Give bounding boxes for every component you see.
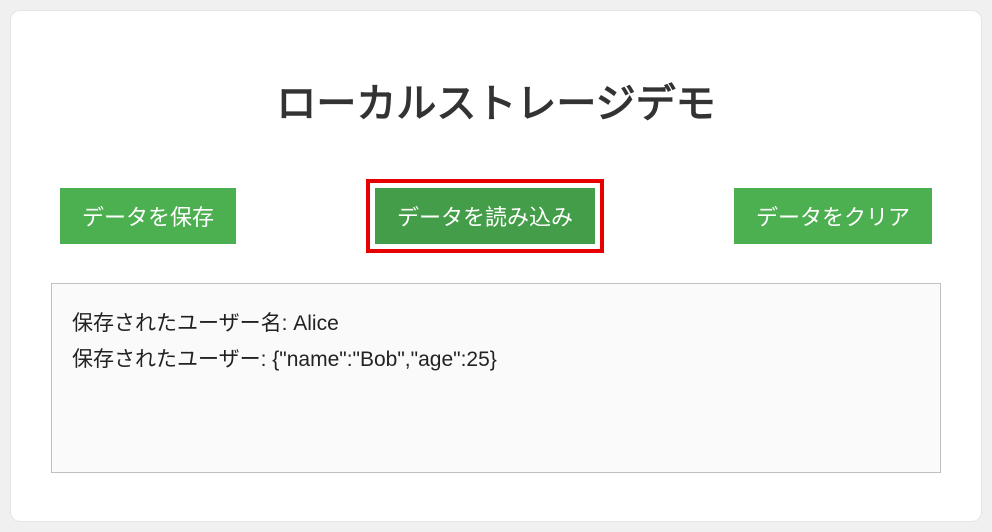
page-title: ローカルストレージデモ bbox=[51, 71, 941, 129]
clear-button-wrap: データをクリア bbox=[725, 179, 941, 253]
output-line-2: 保存されたユーザー: {"name":"Bob","age":25} bbox=[72, 342, 920, 378]
output-box: 保存されたユーザー名: Alice 保存されたユーザー: {"name":"Bo… bbox=[51, 283, 941, 473]
load-button-wrap: データを読み込み bbox=[366, 179, 604, 253]
load-button[interactable]: データを読み込み bbox=[375, 188, 595, 244]
output-line-1: 保存されたユーザー名: Alice bbox=[72, 306, 920, 342]
save-button[interactable]: データを保存 bbox=[60, 188, 236, 244]
main-card: ローカルストレージデモ データを保存 データを読み込み データをクリア 保存され… bbox=[10, 10, 982, 522]
button-row: データを保存 データを読み込み データをクリア bbox=[51, 179, 941, 253]
clear-button[interactable]: データをクリア bbox=[734, 188, 932, 244]
save-button-wrap: データを保存 bbox=[51, 179, 245, 253]
